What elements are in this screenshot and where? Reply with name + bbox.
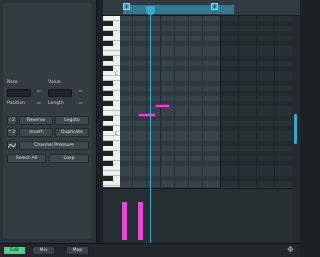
inspector-section: Note Value = = Position Length = = / 2 R… [3, 3, 92, 239]
reverse-button[interactable]: Reverse [19, 116, 53, 125]
black-key[interactable] [103, 56, 113, 61]
out-of-loop-shade [220, 16, 292, 187]
tab-mix[interactable]: Mix [32, 246, 55, 255]
equals-icon: = [78, 88, 84, 95]
black-key[interactable] [103, 66, 113, 71]
equals-icon: = [78, 100, 84, 107]
value-field[interactable] [48, 89, 72, 97]
curve-icon[interactable] [7, 141, 17, 150]
legato-button[interactable]: Legato [55, 116, 89, 125]
grid-line [160, 16, 161, 187]
midi-note[interactable] [138, 113, 156, 117]
midi-note[interactable] [155, 104, 170, 108]
double-button[interactable]: * 2 [7, 128, 17, 137]
note-label: Note [7, 80, 18, 85]
black-key[interactable] [103, 31, 113, 36]
position-label: Position [7, 101, 25, 106]
c-key-label: C [115, 71, 118, 76]
expand-icon[interactable]: ✥ [287, 245, 294, 254]
white-key[interactable] [103, 50, 120, 51]
value-label: Value [48, 80, 61, 85]
vertical-scrollbar[interactable] [292, 16, 300, 243]
black-key[interactable] [103, 141, 113, 146]
black-key[interactable] [103, 161, 113, 166]
velocity-bar[interactable] [122, 202, 127, 240]
playhead [150, 6, 151, 243]
black-key[interactable] [103, 126, 113, 131]
piano-keyboard[interactable]: CC [103, 16, 120, 187]
grid-line [146, 16, 147, 187]
timeline-ruler[interactable]: 1 4 [103, 0, 300, 16]
white-key[interactable] [103, 170, 120, 171]
piano-roll-editor: 1 4 CC ‹ › [103, 0, 300, 253]
equals-icon: = [36, 100, 42, 107]
invert-button[interactable]: Invert [19, 128, 53, 137]
velocity-bar[interactable] [138, 202, 143, 240]
length-label: Length [48, 101, 64, 106]
select-all-button[interactable]: Select All [7, 154, 46, 163]
loop-end-marker[interactable]: 4 [211, 3, 218, 10]
playhead-handle[interactable] [146, 6, 155, 15]
note-field[interactable] [7, 89, 31, 97]
white-key[interactable] [103, 110, 120, 111]
black-key[interactable] [103, 101, 113, 106]
black-key[interactable] [103, 41, 113, 46]
black-key[interactable] [103, 116, 113, 121]
note-grid[interactable] [120, 16, 292, 187]
grid-line [132, 16, 133, 187]
grid-line [188, 16, 189, 187]
vertical-scroll-thumb[interactable] [294, 114, 297, 144]
half-button[interactable]: / 2 [7, 116, 17, 125]
c-key-label: C [115, 131, 118, 136]
velocity-lane[interactable] [103, 188, 292, 244]
black-key[interactable] [103, 81, 113, 86]
channel-pressure-button[interactable]: Channel Pressure [19, 141, 89, 150]
white-key[interactable] [103, 185, 120, 186]
grid-line [174, 16, 175, 187]
grid-line [202, 16, 203, 187]
equals-icon: = [36, 88, 42, 95]
black-key[interactable] [103, 91, 113, 96]
inspector-panel: Note Value = = Position Length = = / 2 R… [0, 0, 97, 243]
loop-start-marker[interactable]: 1 [123, 3, 130, 10]
loop-button[interactable]: Loop [49, 154, 89, 163]
bottom-bar: Edit Mix Map ✥ [0, 243, 300, 257]
tab-map[interactable]: Map [66, 246, 89, 255]
duplicate-button[interactable]: Duplicate [55, 128, 89, 137]
black-key[interactable] [103, 151, 113, 156]
black-key[interactable] [103, 21, 113, 26]
black-key[interactable] [103, 176, 113, 181]
tab-edit[interactable]: Edit [3, 246, 26, 255]
